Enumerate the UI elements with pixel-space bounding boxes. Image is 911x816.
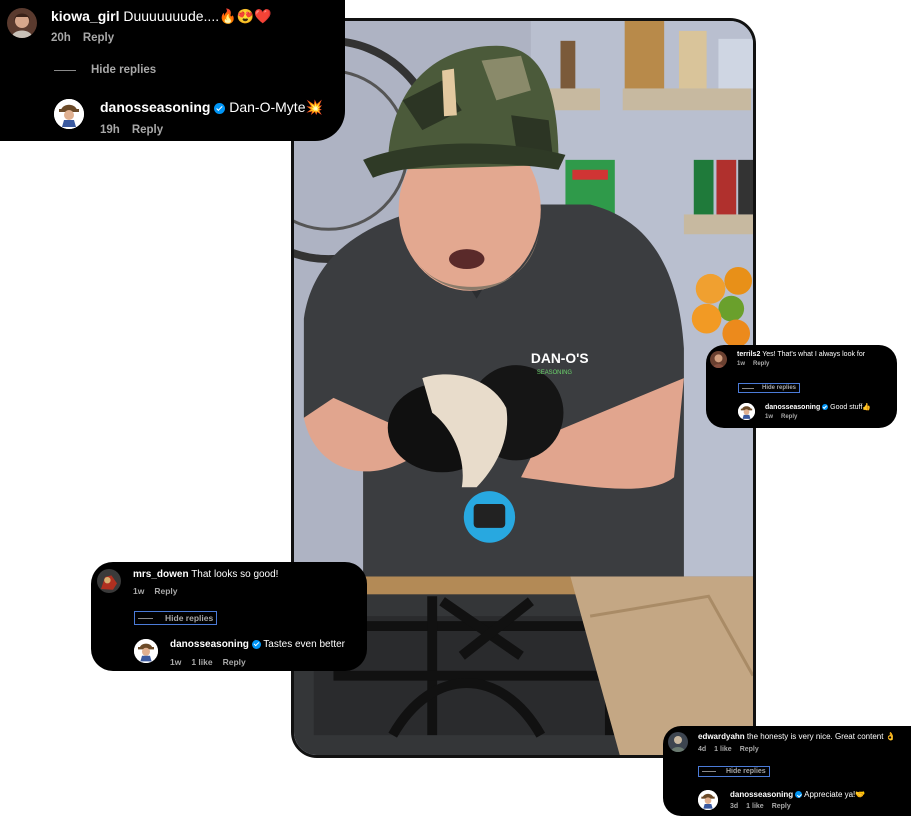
comment-text: Duuuuuuude....🔥😍❤️ [123,8,272,24]
shirt-logo-sub: SEASONING [537,370,573,376]
comment-thread-mrs-dowen: mrs_dowen That looks so good! 1w Reply Hi… [91,562,367,671]
hide-replies-button[interactable]: Hide replies [738,383,801,393]
reply-button[interactable]: Reply [154,586,177,596]
user-avatar[interactable] [7,8,37,38]
verified-badge-icon [214,102,226,114]
user-avatar[interactable] [97,569,121,593]
reply-username[interactable]: danosseasoning [100,99,210,115]
shelf [683,214,753,235]
reply-likes[interactable]: 1 like [746,803,764,810]
reply-avatar[interactable] [698,790,718,810]
comment-time: 4d [698,746,707,753]
user-avatar[interactable] [710,351,727,368]
reply-avatar[interactable] [54,99,84,129]
reply-avatar[interactable] [134,639,158,663]
shirt-logo: DAN-O'S [531,350,589,366]
comment-thread-kiowa-girl: kiowa_girl Duuuuuuude....🔥😍❤️ 20h Reply H… [0,0,345,141]
comment-likes[interactable]: 1 like [714,746,732,753]
reply-username[interactable]: danosseasoning [730,790,793,799]
comment-text: the honesty is very nice. Great content … [746,732,896,741]
verified-badge-icon [251,639,261,649]
comment-time: 20h [51,32,71,44]
comment-thread-edwardyahn: edwardyahn the honesty is very nice. Gre… [663,726,911,816]
reply-time: 1w [170,657,182,667]
comment-time: 1w [133,586,145,596]
hide-replies-button[interactable]: Hide replies [54,64,156,76]
reply-button[interactable]: Reply [753,361,769,367]
user-avatar[interactable] [668,732,688,752]
reply-button[interactable]: Reply [83,32,114,44]
reply-button[interactable]: Reply [132,124,163,136]
comment-text: Yes! That's what I always look for [762,351,866,358]
reply-button[interactable]: Reply [740,746,759,753]
hide-replies-button[interactable]: Hide replies [134,611,218,625]
comment-username[interactable]: kiowa_girl [51,8,119,24]
reply-time: 3d [730,803,739,810]
comment-thread-terrils2: terrils2 Yes! That's what I always look … [706,345,897,428]
hide-replies-button[interactable]: Hide replies [698,766,770,777]
verified-badge-icon [822,404,829,411]
reply-time: 1w [765,414,774,420]
comment-username[interactable]: edwardyahn [698,732,745,741]
comment-time: 1w [737,361,746,367]
comment-username[interactable]: mrs_dowen [133,569,189,580]
reply-likes[interactable]: 1 like [191,657,212,667]
reply-time: 19h [100,124,120,136]
comment-username[interactable]: terrils2 [737,351,760,358]
shelf [622,88,752,111]
verified-badge-icon [795,791,803,799]
reply-text: Good stuff👍 [830,404,872,411]
reply-button[interactable]: Reply [772,803,791,810]
reply-avatar[interactable] [738,403,755,420]
reply-text: Dan-O-Myte💥 [229,99,323,115]
reply-text: Tastes even better [263,639,346,650]
reply-button[interactable]: Reply [781,414,797,420]
reply-button[interactable]: Reply [223,657,246,667]
reply-username[interactable]: danosseasoning [170,639,249,650]
comment-text: That looks so good! [191,569,279,580]
reply-username[interactable]: danosseasoning [765,404,820,411]
reply-text: Appreciate ya!🤝 [804,790,866,799]
